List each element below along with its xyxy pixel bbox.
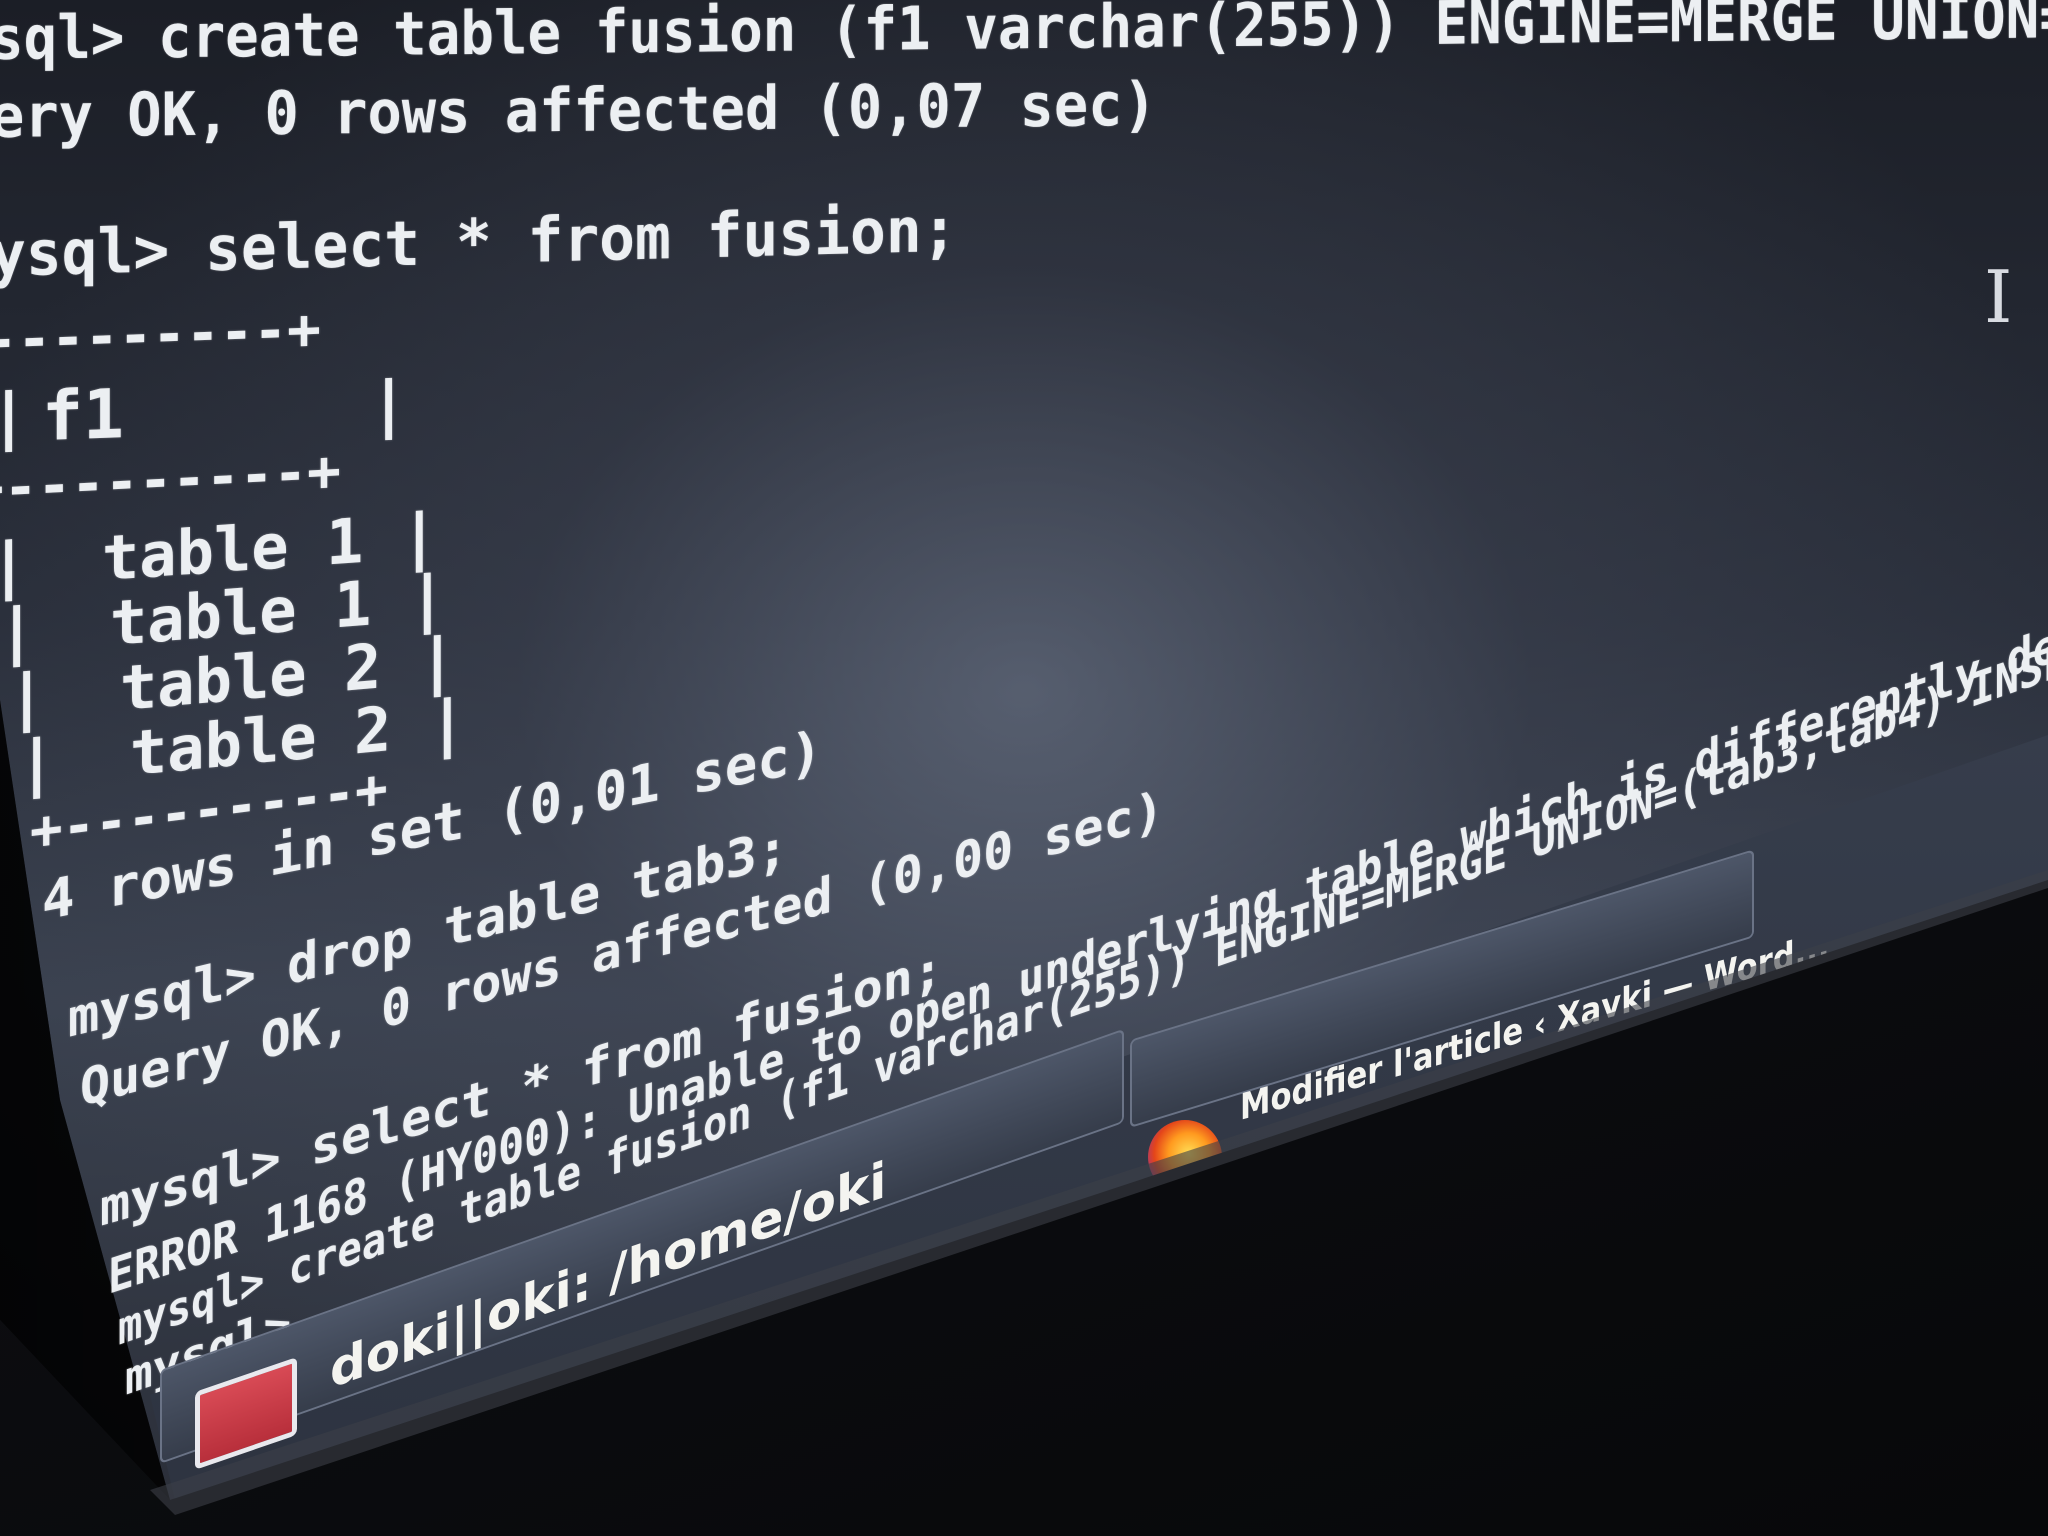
result-table-header-right-bar: | <box>370 366 408 441</box>
result-table-header-left-bar: | <box>0 378 28 453</box>
terminal-line-create-1: sql> create table fusion (f1 varchar(255… <box>0 0 2048 74</box>
text-cursor-icon: I <box>1984 255 2013 339</box>
terminal-line-select-1: ysql> select * from fusion; <box>0 192 958 291</box>
terminal-line-query-ok-1: ery OK, 0 rows affected (0,07 sec) <box>0 69 1157 152</box>
photo-scene: sql> create table fusion (f1 varchar(255… <box>0 0 2048 1536</box>
result-table-header: f1 <box>42 375 124 457</box>
result-table-top-border: +---------+ <box>0 297 321 375</box>
